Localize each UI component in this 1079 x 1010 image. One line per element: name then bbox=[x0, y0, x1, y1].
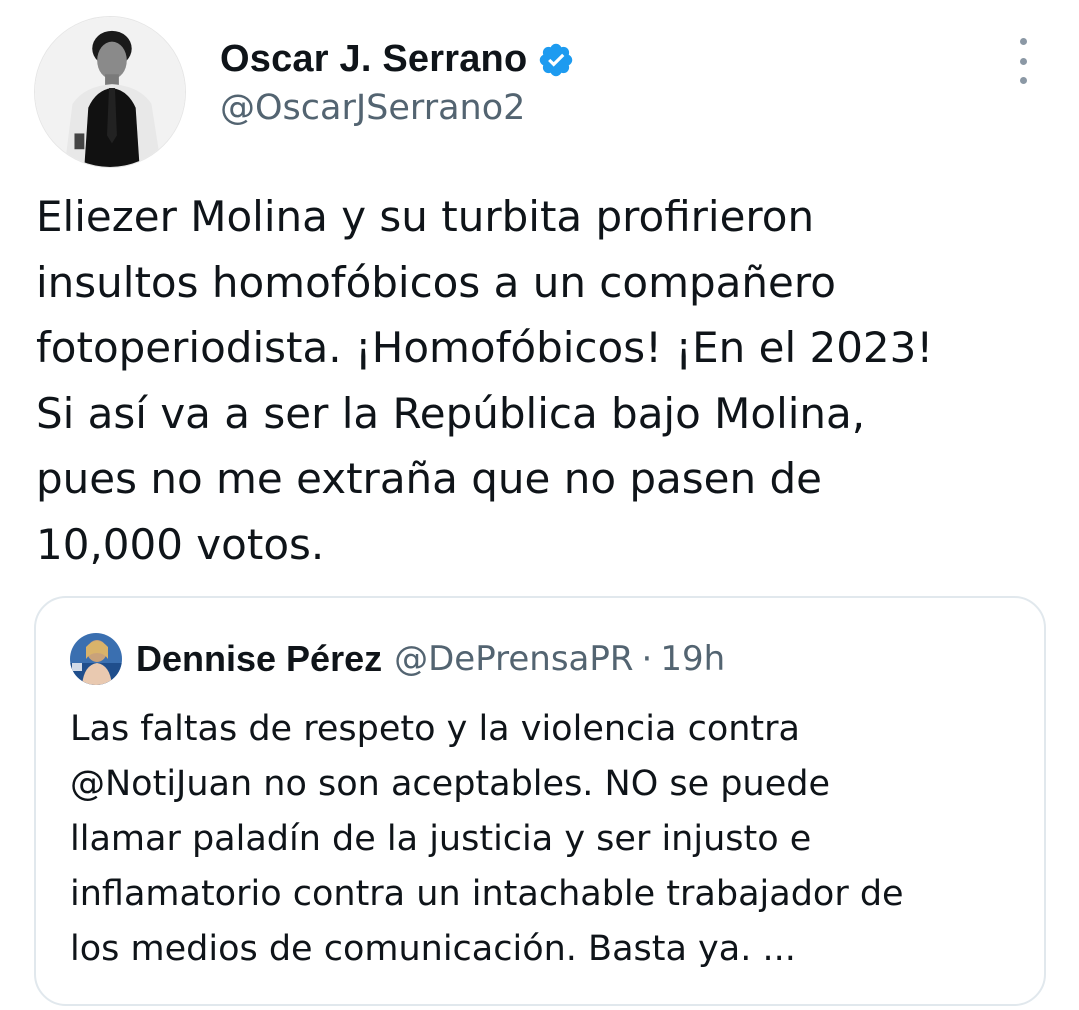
separator-dot: · bbox=[641, 639, 653, 679]
dot bbox=[1019, 57, 1027, 65]
author-name-row[interactable]: Oscar J. Serrano bbox=[220, 38, 575, 81]
quoted-author-handle[interactable]: @DePrensaPR bbox=[394, 639, 633, 679]
quoted-author-name[interactable]: Dennise Pérez bbox=[136, 638, 382, 680]
profile-photo bbox=[70, 633, 122, 685]
tweet-text-line: fotoperiodista. ¡Homofóbicos! ¡En el 202… bbox=[36, 323, 934, 372]
tweet-text-line: Si así va a ser la República bajo Molina… bbox=[36, 388, 866, 438]
quoted-tweet-text: Las faltas de respeto y la violencia con… bbox=[70, 702, 1030, 977]
author-avatar[interactable] bbox=[34, 16, 186, 168]
tweet-text-line: insultos homofóbicos a un compañero bbox=[36, 257, 836, 307]
more-options-icon[interactable] bbox=[1008, 38, 1038, 84]
profile-photo bbox=[35, 17, 185, 167]
tweet-text-line: 10,000 votos. bbox=[36, 519, 325, 569]
quoted-text-line: @NotiJuan no son aceptables. NO se puede bbox=[70, 764, 830, 804]
quoted-text-line: inflamatorio contra un intachable trabaj… bbox=[70, 874, 904, 914]
quoted-tweet-header: Dennise Pérez @DePrensaPR · 19h bbox=[70, 633, 725, 685]
quoted-tweet-card[interactable]: Dennise Pérez @DePrensaPR · 19h Las falt… bbox=[34, 596, 1046, 1006]
tweet-text: Eliezer Molina y su turbita profirieron … bbox=[36, 184, 1066, 577]
quoted-author-avatar[interactable] bbox=[70, 633, 122, 685]
dot bbox=[1019, 77, 1027, 84]
verified-badge-icon bbox=[537, 41, 575, 79]
quoted-text-line: los medios de comunicación. Basta ya. ..… bbox=[70, 929, 796, 969]
quoted-text-line: llamar paladín de la justicia y ser inju… bbox=[70, 819, 812, 859]
quoted-text-line: Las faltas de respeto y la violencia con… bbox=[70, 709, 800, 749]
dot bbox=[1019, 38, 1027, 45]
quoted-tweet-timestamp[interactable]: 19h bbox=[660, 639, 725, 679]
tweet-text-line: pues no me extraña que no pasen de bbox=[36, 454, 822, 503]
author-handle[interactable]: @OscarJSerrano2 bbox=[220, 88, 525, 128]
tweet-text-line: Eliezer Molina y su turbita profirieron bbox=[36, 192, 815, 241]
author-display-name[interactable]: Oscar J. Serrano bbox=[220, 38, 527, 81]
